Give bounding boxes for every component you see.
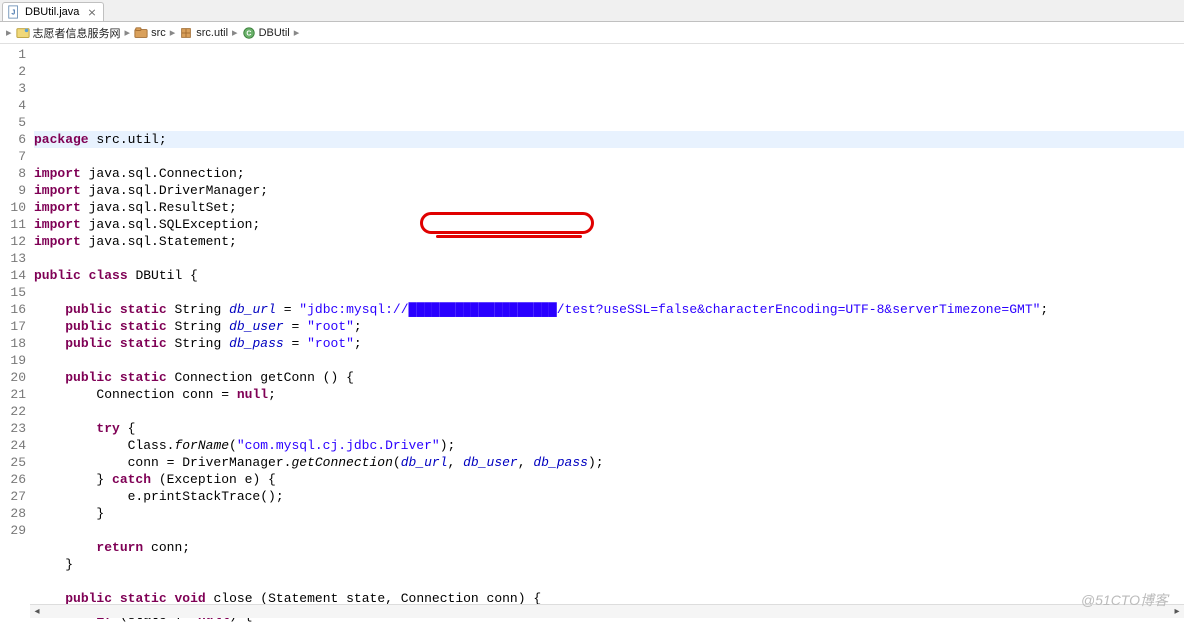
line-number: 5	[0, 114, 34, 131]
chevron-right-icon: ▸	[230, 26, 240, 39]
breadcrumb-package[interactable]: src.util	[179, 26, 228, 40]
code-editor[interactable]: 1234567891011121314151617181920212223242…	[0, 44, 1184, 604]
line-number: 13	[0, 250, 34, 267]
code-line[interactable]: return conn;	[34, 539, 1184, 556]
project-icon	[16, 26, 30, 40]
code-line[interactable]: public static String db_url = "jdbc:mysq…	[34, 301, 1184, 318]
code-line[interactable]: public static String db_pass = "root";	[34, 335, 1184, 352]
code-line[interactable]: Connection conn = null;	[34, 386, 1184, 403]
line-number: 6	[0, 131, 34, 148]
chevron-right-icon: ▸	[168, 26, 178, 39]
line-number: 24	[0, 437, 34, 454]
scroll-left-arrow-icon[interactable]: ◂	[30, 605, 44, 619]
code-line[interactable]: public static String db_user = "root";	[34, 318, 1184, 335]
package-icon	[179, 26, 193, 40]
line-number: 19	[0, 352, 34, 369]
code-line[interactable]	[34, 352, 1184, 369]
line-number: 1	[0, 46, 34, 63]
editor-tab-bar: J DBUtil.java ⨯	[0, 0, 1184, 22]
java-file-icon: J	[7, 5, 21, 19]
scroll-right-arrow-icon[interactable]: ▸	[1170, 605, 1184, 619]
line-number: 18	[0, 335, 34, 352]
code-line[interactable]	[34, 522, 1184, 539]
breadcrumb: ▸ 志愿者信息服务网 ▸ src ▸ src.util ▸ C DBUtil ▸	[0, 22, 1184, 44]
line-number: 20	[0, 369, 34, 386]
line-number: 8	[0, 165, 34, 182]
line-number: 12	[0, 233, 34, 250]
editor-tab-active[interactable]: J DBUtil.java ⨯	[2, 2, 104, 21]
close-icon[interactable]: ⨯	[87, 6, 96, 19]
line-number: 11	[0, 216, 34, 233]
code-area[interactable]: package src.util; import java.sql.Connec…	[34, 44, 1184, 604]
code-line[interactable]: } catch (Exception e) {	[34, 471, 1184, 488]
code-line[interactable]	[34, 573, 1184, 590]
editor-tab-filename: DBUtil.java	[25, 6, 79, 18]
code-line[interactable]: import java.sql.Connection;	[34, 165, 1184, 182]
chevron-right-icon: ▸	[292, 26, 302, 39]
class-icon: C	[242, 26, 256, 40]
code-line[interactable]: conn = DriverManager.getConnection(db_ur…	[34, 454, 1184, 471]
code-line[interactable]: Class.forName("com.mysql.cj.jdbc.Driver"…	[34, 437, 1184, 454]
code-line[interactable]	[34, 148, 1184, 165]
code-line[interactable]: import java.sql.DriverManager;	[34, 182, 1184, 199]
code-line[interactable]: import java.sql.ResultSet;	[34, 199, 1184, 216]
code-line[interactable]: e.printStackTrace();	[34, 488, 1184, 505]
line-number: 27	[0, 488, 34, 505]
code-line[interactable]: public class DBUtil {	[34, 267, 1184, 284]
code-line[interactable]: }	[34, 505, 1184, 522]
line-number: 9	[0, 182, 34, 199]
code-line[interactable]: import java.sql.SQLException;	[34, 216, 1184, 233]
breadcrumb-project[interactable]: 志愿者信息服务网	[16, 25, 121, 41]
line-number: 2	[0, 63, 34, 80]
code-line[interactable]: public static Connection getConn () {	[34, 369, 1184, 386]
line-number: 29	[0, 522, 34, 539]
line-number: 7	[0, 148, 34, 165]
code-line[interactable]	[34, 403, 1184, 420]
line-number-gutter: 1234567891011121314151617181920212223242…	[0, 44, 34, 604]
code-line[interactable]: package src.util;	[34, 131, 1184, 148]
breadcrumb-src-folder[interactable]: src	[134, 26, 166, 40]
code-line[interactable]: }	[34, 556, 1184, 573]
line-number: 23	[0, 420, 34, 437]
svg-text:J: J	[11, 10, 15, 17]
line-number: 25	[0, 454, 34, 471]
breadcrumb-class[interactable]: C DBUtil	[242, 26, 290, 40]
code-line[interactable]: try {	[34, 420, 1184, 437]
line-number: 15	[0, 284, 34, 301]
chevron-right-icon: ▸	[123, 26, 133, 39]
line-number: 17	[0, 318, 34, 335]
line-number: 28	[0, 505, 34, 522]
line-number: 16	[0, 301, 34, 318]
code-line[interactable]	[34, 250, 1184, 267]
code-line[interactable]	[34, 284, 1184, 301]
svg-text:C: C	[246, 30, 251, 37]
line-number: 14	[0, 267, 34, 284]
line-number: 4	[0, 97, 34, 114]
code-line[interactable]: import java.sql.Statement;	[34, 233, 1184, 250]
chevron-right-icon: ▸	[4, 26, 14, 39]
line-number: 10	[0, 199, 34, 216]
source-folder-icon	[134, 26, 148, 40]
horizontal-scrollbar[interactable]: ◂ ▸	[30, 604, 1184, 618]
line-number: 3	[0, 80, 34, 97]
line-number: 26	[0, 471, 34, 488]
line-number: 21	[0, 386, 34, 403]
line-number: 22	[0, 403, 34, 420]
